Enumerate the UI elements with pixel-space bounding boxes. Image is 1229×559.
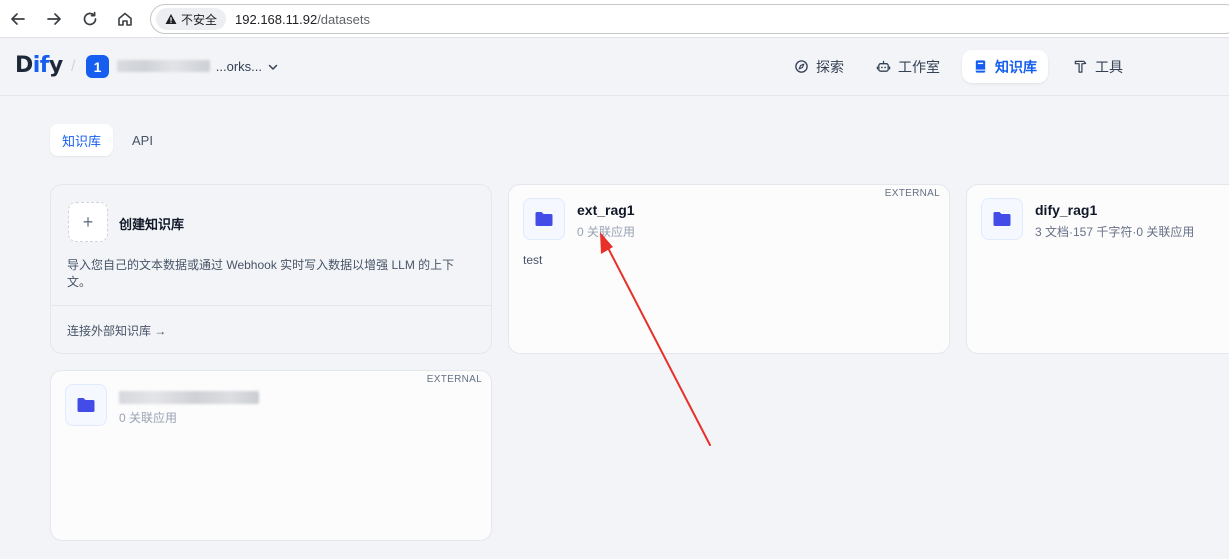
tab-api[interactable]: API — [120, 124, 165, 156]
nav-label: 工具 — [1095, 58, 1123, 75]
redacted-text — [119, 391, 259, 404]
hammer-icon — [1074, 60, 1087, 73]
nav-tools[interactable]: 工具 — [1062, 50, 1134, 83]
address-bar[interactable]: 不安全 192.168.11.92/datasets — [150, 4, 1229, 34]
home-button[interactable] — [113, 7, 137, 31]
create-dataset-description: 导入您自己的文本数据或通过 Webhook 实时写入数据以增强 LLM 的上下文… — [67, 258, 455, 289]
dataset-meta: 0 关联应用 — [119, 411, 178, 425]
home-icon — [118, 12, 132, 26]
arrow-right-icon: → — [154, 324, 167, 338]
divider — [51, 305, 491, 306]
dataset-name: ext_rag1 — [577, 202, 635, 218]
workspace-name[interactable]: ...orks... — [117, 58, 262, 74]
create-dataset-card[interactable]: + 创建知识库 导入您自己的文本数据或通过 Webhook 实时写入数据以增强 … — [50, 184, 492, 354]
folder-icon — [65, 384, 107, 426]
folder-icon — [523, 198, 565, 240]
plus-icon[interactable]: + — [68, 202, 108, 242]
dataset-meta: 0 关联应用 — [577, 225, 636, 239]
arrow-right-icon — [47, 13, 61, 25]
dataset-card[interactable]: EXTERNAL 0 关联应用 — [50, 370, 492, 541]
url-path: /datasets — [317, 11, 370, 27]
book-icon — [975, 60, 986, 73]
dataset-name-redacted — [119, 391, 259, 404]
logo-part-accent: if — [32, 53, 50, 78]
nav-label: 知识库 — [995, 58, 1037, 75]
nav-knowledge[interactable]: 知识库 — [962, 50, 1048, 83]
dataset-name: dify_rag1 — [1035, 202, 1098, 218]
dify-logo[interactable]: Dify — [15, 53, 63, 78]
workspace-name-suffix: ...orks... — [215, 58, 262, 74]
chevron-down-icon[interactable] — [267, 60, 279, 78]
dataset-card[interactable]: EXTERNAL ext_rag1 0 关联应用 test — [508, 184, 950, 354]
logo-part: y — [48, 53, 63, 78]
robot-icon — [876, 60, 891, 72]
folder-icon — [981, 198, 1023, 240]
warning-icon — [165, 14, 177, 24]
nav-label: 探索 — [816, 58, 844, 75]
insecure-label: 不安全 — [181, 12, 218, 27]
browser-toolbar: 不安全 192.168.11.92/datasets — [0, 0, 1229, 38]
nav-label: 工作室 — [898, 58, 940, 75]
dataset-card[interactable]: dify_rag1 3 文档·157 千字符·0 关联应用 — [966, 184, 1229, 354]
app-header: Dify / 1 ...orks... 探索 工作室 知识库 工具 — [0, 38, 1229, 96]
dataset-meta: 3 文档·157 千字符·0 关联应用 — [1035, 225, 1195, 239]
url-host: 192.168.11.92 — [235, 11, 318, 27]
nav-studio[interactable]: 工作室 — [865, 50, 951, 83]
nav-explore[interactable]: 探索 — [783, 50, 855, 83]
dataset-description: test — [523, 253, 543, 267]
security-indicator[interactable]: 不安全 — [156, 8, 227, 30]
tab-datasets[interactable]: 知识库 — [50, 124, 114, 156]
reload-button[interactable] — [78, 7, 102, 31]
forward-button[interactable] — [42, 7, 66, 31]
logo-part: D — [15, 53, 33, 78]
arrow-left-icon — [11, 13, 25, 25]
workspace-avatar[interactable]: 1 — [86, 55, 109, 78]
external-tag: EXTERNAL — [426, 374, 482, 385]
create-dataset-title[interactable]: 创建知识库 — [119, 214, 184, 233]
header-separator: / — [71, 58, 76, 75]
external-tag: EXTERNAL — [884, 188, 940, 199]
redacted-text — [117, 60, 210, 72]
reload-icon — [83, 11, 97, 26]
connect-external-link[interactable]: 连接外部知识库 → — [67, 322, 166, 339]
compass-icon — [795, 60, 808, 73]
connect-external-label: 连接外部知识库 — [67, 324, 152, 338]
back-button[interactable] — [6, 7, 30, 31]
